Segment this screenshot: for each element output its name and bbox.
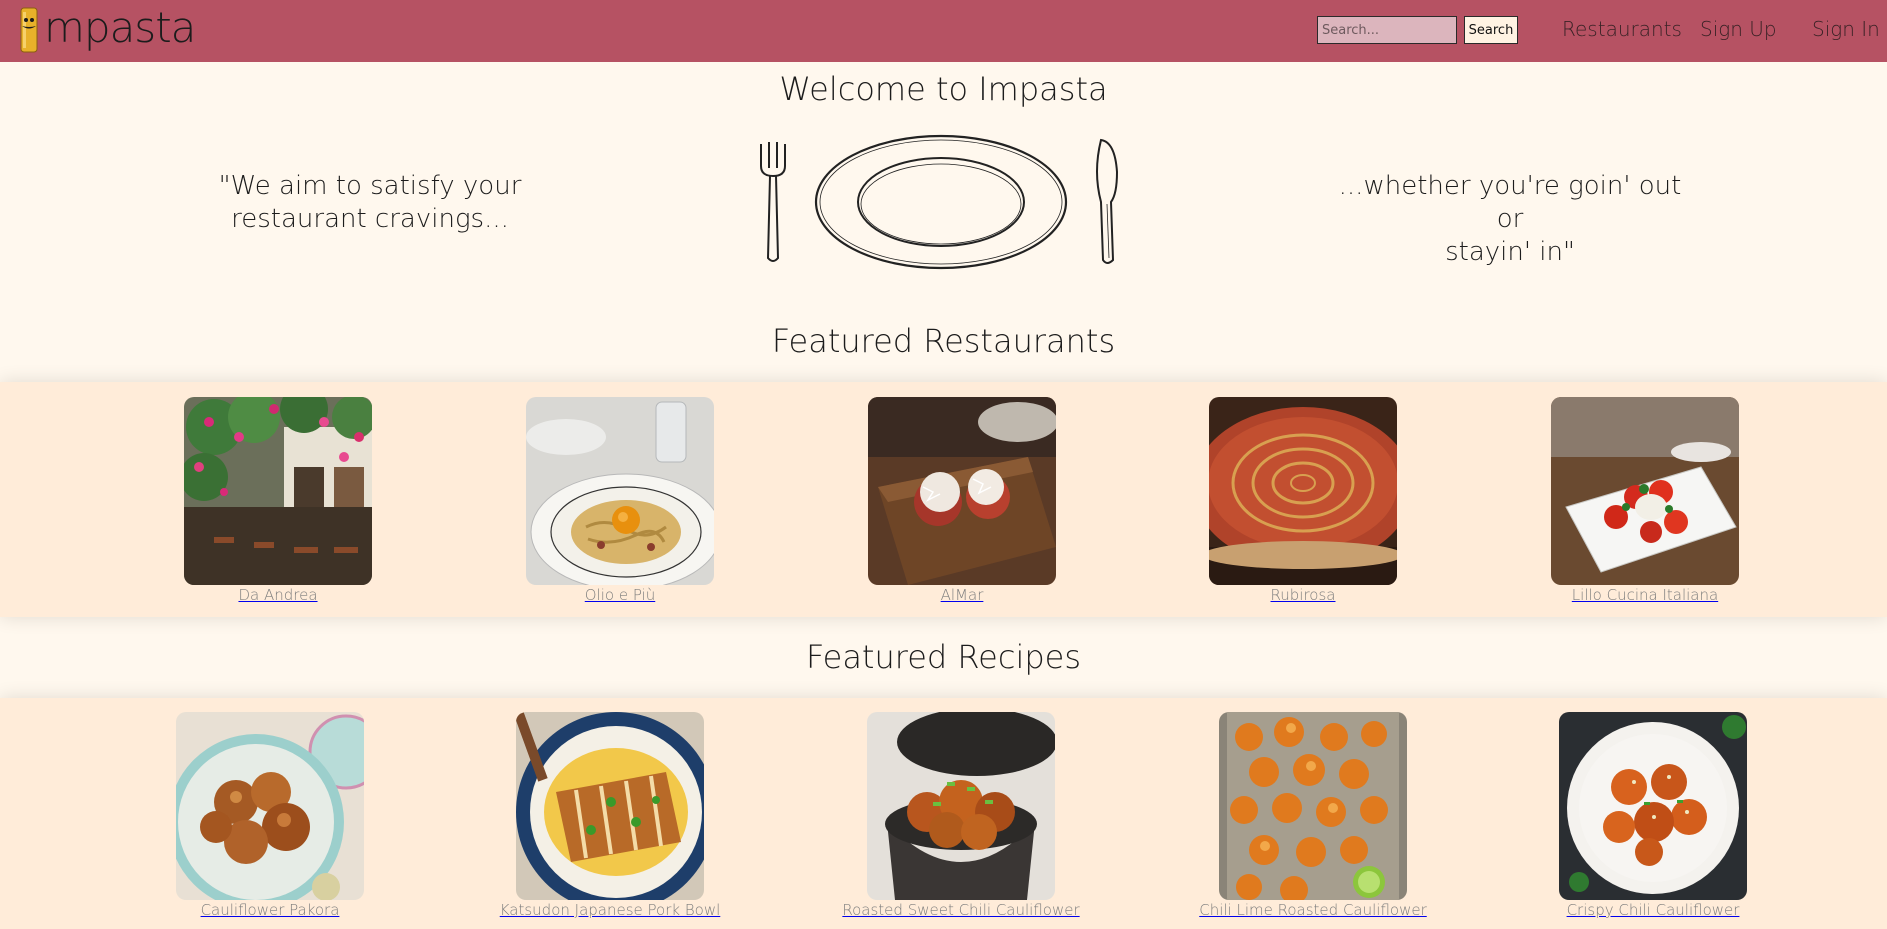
- restaurant-photo: [1209, 397, 1397, 585]
- recipe-name: Crispy Chili Cauliflower: [1566, 901, 1740, 919]
- nav-sign-in[interactable]: Sign In: [1812, 17, 1880, 41]
- restaurant-photo: [1551, 397, 1739, 585]
- nav-sign-up[interactable]: Sign Up: [1700, 17, 1777, 41]
- recipe-photo: [1559, 712, 1747, 900]
- restaurant-photo: [184, 397, 372, 585]
- quote-left-line1: "We aim to satisfy your: [218, 171, 522, 201]
- fork-icon: [760, 142, 786, 262]
- quote-left-line2: restaurant cravings...: [231, 204, 509, 234]
- quote-right-line1: ...whether you're goin' out or: [1338, 171, 1682, 234]
- quote-right: ...whether you're goin' out or stayin' i…: [1335, 170, 1685, 269]
- recipe-name: Katsudon Japanese Pork Bowl: [499, 901, 721, 919]
- recipe-name: Roasted Sweet Chili Cauliflower: [842, 901, 1080, 919]
- logo-i-icon: [20, 7, 38, 53]
- search-input[interactable]: [1317, 16, 1457, 44]
- plate-icon: [814, 134, 1068, 270]
- restaurant-name: Da Andrea: [238, 586, 318, 604]
- featured-recipes-band: Cauliflower Pakora Katsudon Japanese Por…: [0, 698, 1887, 929]
- restaurant-card[interactable]: Lillo Cucina Italiana: [1551, 397, 1739, 604]
- knife-icon: [1096, 138, 1119, 264]
- quote-right-line2: stayin' in": [1445, 237, 1575, 267]
- restaurant-name: AlMar: [940, 586, 984, 604]
- featured-restaurants-title: Featured Restaurants: [771, 322, 1116, 360]
- nav-restaurants[interactable]: Restaurants: [1562, 17, 1682, 41]
- restaurant-photo: [868, 397, 1056, 585]
- featured-recipes-title: Featured Recipes: [805, 638, 1082, 676]
- page-title: Welcome to Impasta: [779, 70, 1108, 108]
- recipe-name: Cauliflower Pakora: [200, 901, 340, 919]
- logo-text: mpasta: [44, 3, 196, 52]
- recipe-card[interactable]: Roasted Sweet Chili Cauliflower: [842, 712, 1080, 919]
- recipe-photo: [867, 712, 1055, 900]
- recipe-card[interactable]: Katsudon Japanese Pork Bowl: [500, 712, 720, 919]
- restaurant-card[interactable]: AlMar: [868, 397, 1056, 604]
- quote-left: "We aim to satisfy your restaurant cravi…: [190, 170, 550, 236]
- recipe-card[interactable]: Crispy Chili Cauliflower: [1559, 712, 1747, 919]
- restaurant-card[interactable]: Olio e Più: [526, 397, 714, 604]
- recipe-name: Chili Lime Roasted Cauliflower: [1199, 901, 1427, 919]
- recipe-photo: [176, 712, 364, 900]
- restaurant-card[interactable]: Rubirosa: [1209, 397, 1397, 604]
- recipe-photo: [1219, 712, 1407, 900]
- place-setting-illustration: [760, 134, 1119, 270]
- search-button[interactable]: Search: [1464, 16, 1518, 44]
- recipe-card[interactable]: Chili Lime Roasted Cauliflower: [1199, 712, 1427, 919]
- restaurant-name: Lillo Cucina Italiana: [1571, 586, 1719, 604]
- top-nav: mpasta Search Restaurants Sign Up Sign I…: [0, 0, 1887, 62]
- recipe-card[interactable]: Cauliflower Pakora: [176, 712, 364, 919]
- restaurant-card[interactable]: Da Andrea: [184, 397, 372, 604]
- featured-restaurants-band: Da Andrea Olio e Più AlMar Rubirosa Lill…: [0, 382, 1887, 617]
- recipe-photo: [516, 712, 704, 900]
- restaurant-name: Olio e Più: [584, 586, 656, 604]
- restaurant-photo: [526, 397, 714, 585]
- restaurant-name: Rubirosa: [1270, 586, 1336, 604]
